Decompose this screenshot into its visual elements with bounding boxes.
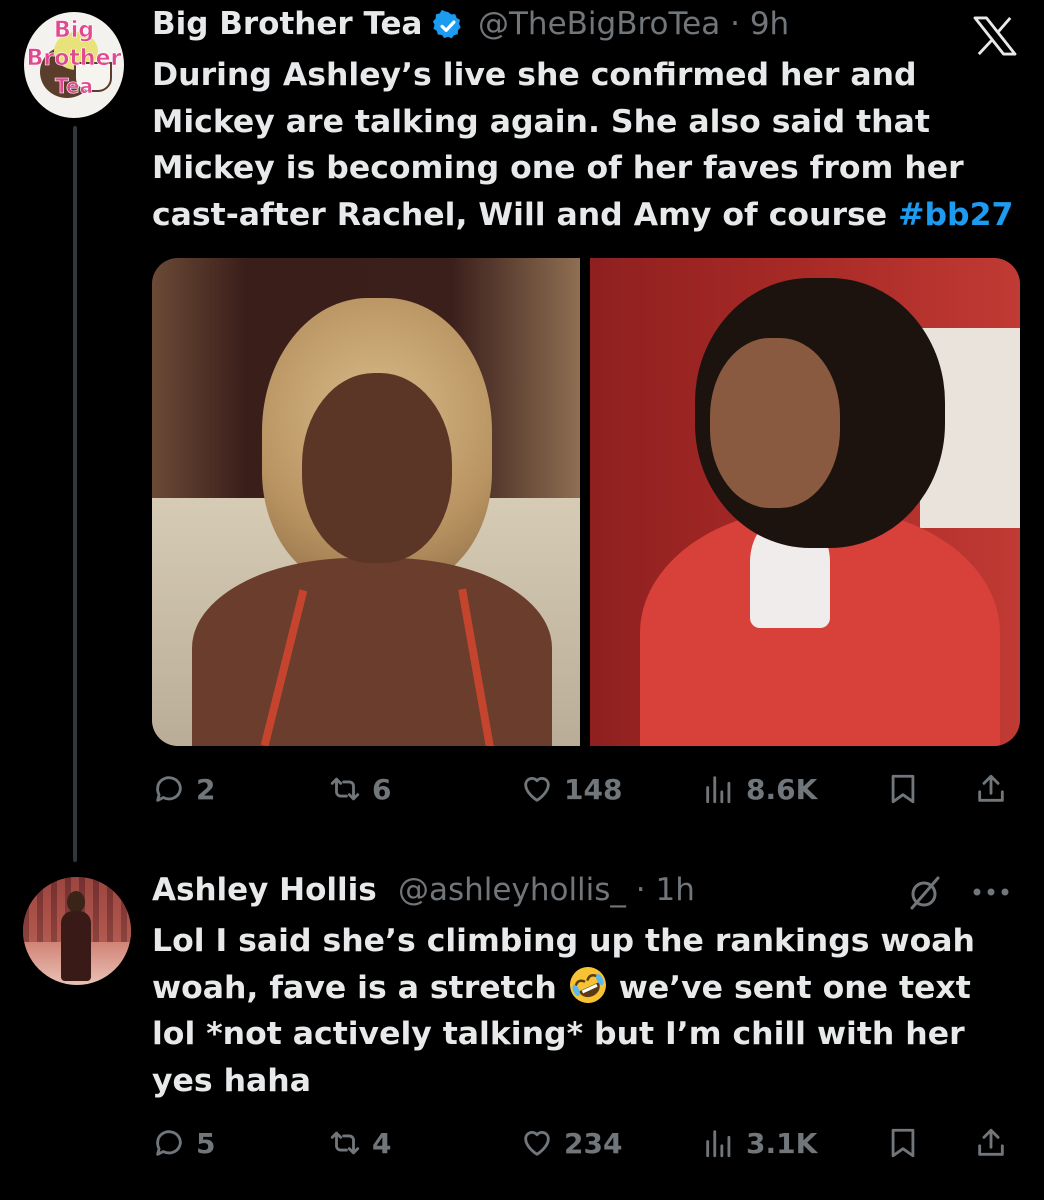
avatar-logo-text: Tea: [54, 74, 94, 99]
reply-text-line: woah, fave is a stretch we’ve sent one t…: [152, 965, 971, 1012]
tweet-action-bar: 2 6 148 8.6K: [152, 766, 1020, 812]
reply-text-line: lol *not actively talking* but I’m chill…: [152, 1016, 965, 1052]
retweet-count: 4: [372, 1126, 392, 1160]
tweet-author-handle[interactable]: @TheBigBroTea · 9h: [478, 6, 789, 42]
share-button[interactable]: [974, 1120, 1018, 1166]
tweet-text-line: cast-after Rachel, Will and Amy of cours…: [152, 196, 1014, 233]
avatar-ashley-hollis[interactable]: [23, 877, 131, 985]
reply-icon: [156, 776, 182, 802]
view-count: 8.6K: [746, 772, 818, 806]
muted-icon[interactable]: [904, 872, 944, 912]
reply-text-line: yes haha: [152, 1062, 311, 1099]
retweet-button[interactable]: 4: [328, 1120, 391, 1166]
views-button[interactable]: 3.1K: [702, 1120, 817, 1166]
avatar-big-brother-tea[interactable]: Big Brother Tea: [24, 12, 124, 118]
tweet-text-line: Mickey is becoming one of her faves from…: [152, 150, 964, 186]
reply-count: 2: [196, 772, 216, 806]
bookmark-button[interactable]: [886, 1120, 930, 1166]
reply-button[interactable]: 5: [152, 1120, 215, 1166]
handle-separator: ·: [730, 6, 740, 42]
handle-separator: ·: [635, 872, 646, 908]
reply-count: 5: [196, 1126, 216, 1160]
bookmark-icon: [891, 1128, 915, 1158]
heart-icon: [524, 1131, 550, 1156]
x-thread-view: Big Brother Tea Big Brother Tea @TheBigB…: [0, 0, 1044, 1200]
share-icon: [978, 1128, 1004, 1156]
photo-woman-red-hoodie[interactable]: [590, 258, 1020, 746]
reply-author-handle[interactable]: @ashleyhollis_ · 1h: [398, 872, 695, 908]
bookmark-icon: [891, 774, 915, 804]
share-icon: [978, 774, 1004, 802]
reply-text-line: Lol I said she’s climbing up the ranking…: [152, 923, 975, 959]
tweet-author-name[interactable]: Big Brother Tea: [152, 6, 422, 42]
reply-action-bar: 5 4 234 3.1K: [152, 1120, 1020, 1166]
retweet-icon: [330, 1131, 360, 1155]
tweet-text-line: Mickey are talking again. She also said …: [152, 103, 930, 140]
thread-connector-line: [73, 126, 77, 862]
tweet-media[interactable]: [152, 258, 1020, 746]
x-logo[interactable]: [972, 16, 1018, 56]
rolling-laughing-emoji-icon: [569, 966, 606, 1003]
views-icon: [706, 776, 731, 804]
reply-button[interactable]: 2: [152, 766, 215, 812]
reply-author-name[interactable]: Ashley Hollis: [152, 872, 377, 908]
reply-timestamp[interactable]: 1h: [656, 872, 695, 908]
tweet-timestamp[interactable]: 9h: [750, 6, 789, 42]
reply-icon: [156, 1130, 182, 1156]
like-button[interactable]: 148: [520, 766, 622, 812]
retweet-icon: [330, 777, 360, 801]
verified-badge-icon: [432, 10, 461, 39]
avatar-logo-text: Brother: [26, 46, 122, 72]
hashtag-link[interactable]: #bb27: [898, 197, 1013, 233]
avatar-logo-text: Big: [53, 18, 95, 44]
view-count: 3.1K: [746, 1126, 818, 1160]
share-button[interactable]: [974, 766, 1018, 812]
tweet-text-line: During Ashley’s live she confirmed her a…: [152, 57, 917, 93]
media-divider: [580, 258, 590, 746]
views-button[interactable]: 8.6K: [702, 766, 817, 812]
bookmark-button[interactable]: [886, 766, 930, 812]
heart-icon: [524, 777, 550, 802]
views-icon: [706, 1130, 731, 1158]
like-count: 148: [564, 772, 623, 806]
retweet-button[interactable]: 6: [328, 766, 391, 812]
like-count: 234: [564, 1126, 623, 1160]
more-icon[interactable]: [968, 874, 1014, 910]
retweet-count: 6: [372, 772, 392, 806]
like-button[interactable]: 234: [520, 1120, 622, 1166]
photo-woman-blonde-braids[interactable]: [152, 258, 580, 746]
